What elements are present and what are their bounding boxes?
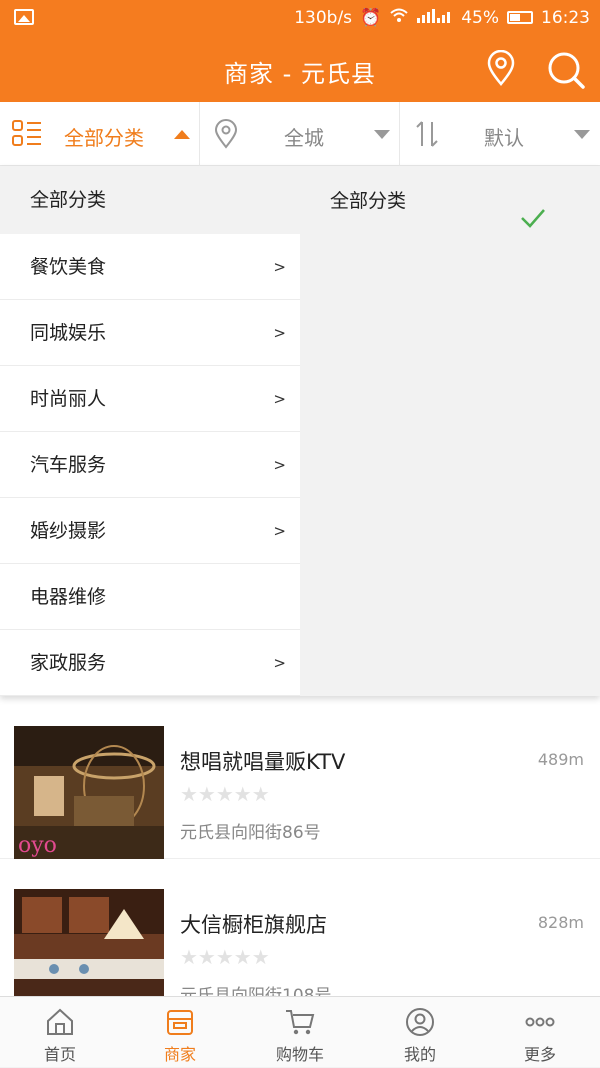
list-item[interactable]: oyo 想唱就唱量贩KTV 489m ★★★★★ 元氏县向阳街86号 bbox=[0, 696, 600, 860]
category-item[interactable]: 家政服务 > bbox=[0, 630, 300, 696]
cart-icon bbox=[286, 1010, 315, 1035]
wifi-icon bbox=[389, 7, 409, 28]
merchant-name: 想唱就唱量贩KTV bbox=[180, 750, 346, 774]
chevron-right-icon: > bbox=[273, 258, 286, 276]
app-header: 商家 - 元氏县 bbox=[0, 36, 600, 102]
chevron-right-icon: > bbox=[273, 654, 286, 672]
clock: 16:23 bbox=[541, 7, 590, 28]
subcategory-item[interactable]: 全部分类 bbox=[300, 166, 600, 236]
category-filter-label: 全部分类 bbox=[64, 126, 144, 150]
battery-percent: 45% bbox=[461, 7, 499, 28]
chevron-right-icon: > bbox=[273, 456, 286, 474]
category-grid-icon bbox=[12, 120, 42, 152]
merchant-distance: 828m bbox=[537, 913, 584, 932]
rating-stars: ★★★★★ bbox=[180, 782, 270, 806]
chevron-down-icon bbox=[574, 130, 590, 139]
alarm-icon: ⏰ bbox=[360, 7, 382, 28]
more-icon bbox=[525, 1017, 555, 1027]
nav-more[interactable]: 更多 bbox=[480, 997, 600, 1068]
filter-bar: 全部分类 全城 默认 bbox=[0, 102, 600, 166]
chevron-up-icon bbox=[174, 130, 190, 139]
nav-cart-label: 购物车 bbox=[275, 1045, 324, 1064]
user-icon bbox=[406, 1008, 434, 1036]
category-list: 全部分类 餐饮美食 > 同城娱乐 > 时尚丽人 > 汽车服务 > 婚纱摄影 > 电器维修 … bbox=[0, 166, 300, 696]
chevron-right-icon: > bbox=[273, 324, 286, 342]
nav-mine-label: 我的 bbox=[403, 1045, 436, 1064]
nav-shop-label: 商家 bbox=[163, 1045, 196, 1064]
bottom-nav: 首页 商家 购物车 我的 更多 bbox=[0, 996, 600, 1067]
sort-filter-label: 默认 bbox=[484, 126, 524, 150]
rating-stars: ★★★★★ bbox=[180, 945, 270, 969]
category-all-header[interactable]: 全部分类 bbox=[0, 166, 300, 234]
merchant-name: 大信橱柜旗舰店 bbox=[180, 913, 327, 937]
location-pin-icon[interactable] bbox=[486, 49, 516, 90]
nav-shop[interactable]: 商家 bbox=[120, 997, 240, 1068]
sort-icon bbox=[414, 120, 442, 152]
category-item[interactable]: 餐饮美食 > bbox=[0, 234, 300, 300]
svg-text:oyo: oyo bbox=[18, 833, 57, 858]
network-speed: 130b/s bbox=[294, 7, 353, 28]
nav-mine[interactable]: 我的 bbox=[360, 997, 480, 1068]
nav-home[interactable]: 首页 bbox=[0, 997, 120, 1068]
home-icon bbox=[47, 1008, 73, 1035]
merchant-distance: 489m bbox=[537, 750, 584, 769]
shop-icon bbox=[167, 1010, 193, 1035]
category-item[interactable]: 同城娱乐 > bbox=[0, 300, 300, 366]
chevron-right-icon: > bbox=[273, 390, 286, 408]
category-item[interactable]: 电器维修 bbox=[0, 564, 300, 630]
check-icon bbox=[520, 188, 546, 258]
gallery-notification-icon bbox=[14, 9, 34, 25]
category-item[interactable]: 时尚丽人 > bbox=[0, 366, 300, 432]
nav-more-label: 更多 bbox=[523, 1045, 556, 1064]
area-filter-label: 全城 bbox=[284, 126, 324, 150]
merchant-thumbnail: oyo bbox=[14, 726, 164, 860]
nav-home-label: 首页 bbox=[43, 1045, 76, 1064]
category-filter[interactable]: 全部分类 bbox=[0, 102, 200, 166]
area-filter[interactable]: 全城 bbox=[200, 102, 400, 166]
chevron-right-icon: > bbox=[273, 522, 286, 540]
category-dropdown: 全部分类 餐饮美食 > 同城娱乐 > 时尚丽人 > 汽车服务 > 婚纱摄影 > 电器维修 … bbox=[0, 166, 600, 696]
sort-filter[interactable]: 默认 bbox=[400, 102, 600, 166]
merchant-list: oyo 想唱就唱量贩KTV 489m ★★★★★ 元氏县向阳街86号 大信橱柜旗… bbox=[0, 696, 600, 1023]
category-item[interactable]: 婚纱摄影 > bbox=[0, 498, 300, 564]
status-right: 130b/s ⏰ 45% 16:23 bbox=[294, 7, 590, 28]
merchant-address: 元氏县向阳街86号 bbox=[180, 823, 321, 843]
signal-icon bbox=[417, 8, 453, 28]
nav-cart[interactable]: 购物车 bbox=[240, 997, 360, 1068]
chevron-down-icon bbox=[374, 130, 390, 139]
location-icon bbox=[214, 119, 238, 153]
battery-icon bbox=[507, 11, 533, 24]
category-item[interactable]: 汽车服务 > bbox=[0, 432, 300, 498]
search-icon[interactable] bbox=[546, 50, 586, 94]
subcategory-list: 全部分类 bbox=[300, 166, 600, 696]
status-bar: 130b/s ⏰ 45% 16:23 bbox=[0, 0, 600, 36]
